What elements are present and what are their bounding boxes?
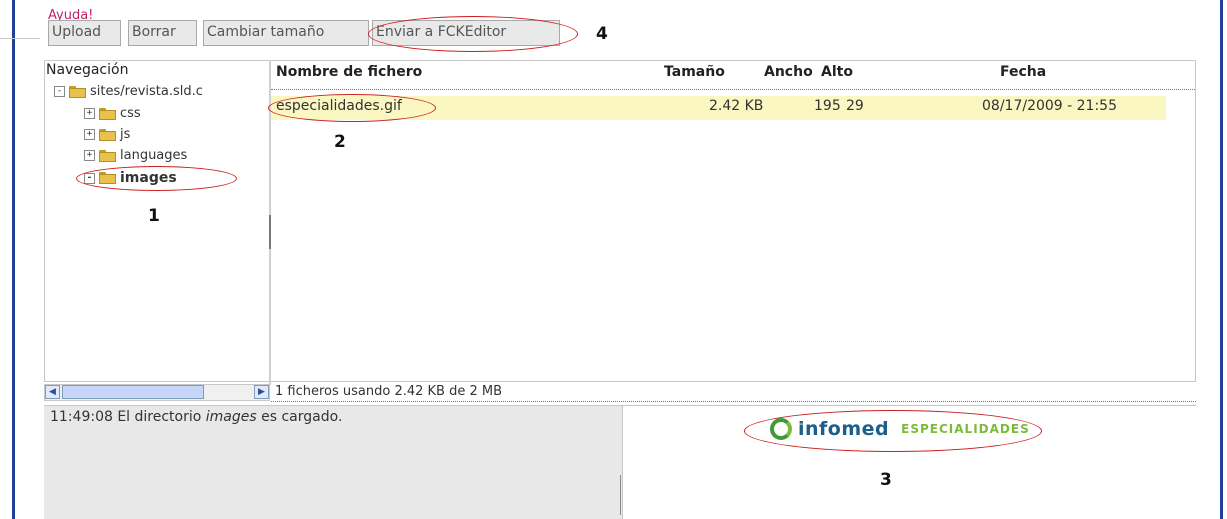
log-suffix: es cargado. bbox=[256, 409, 343, 425]
tree-item-languages[interactable]: + languages bbox=[84, 148, 187, 163]
tree-root-label: sites/revista.sld.c bbox=[90, 84, 203, 99]
scrollbar-thumb[interactable] bbox=[62, 385, 204, 399]
upload-button[interactable]: Upload bbox=[48, 20, 121, 46]
annotation-3: 3 bbox=[880, 470, 892, 490]
column-header-width[interactable]: Ancho bbox=[764, 64, 813, 80]
navigation-title: Navegación bbox=[46, 62, 129, 78]
annotation-circle-1 bbox=[76, 166, 237, 191]
header-divider bbox=[271, 89, 1195, 90]
expand-icon[interactable]: + bbox=[84, 129, 95, 140]
tree-item-css[interactable]: + css bbox=[84, 106, 141, 121]
file-date: 08/17/2009 - 21:55 bbox=[982, 98, 1117, 114]
expand-icon[interactable]: + bbox=[84, 108, 95, 119]
tree-item-label: js bbox=[120, 127, 131, 142]
annotation-4: 4 bbox=[596, 24, 608, 44]
log-divider bbox=[620, 475, 621, 515]
delete-button[interactable]: Borrar bbox=[128, 20, 197, 46]
tree-item-js[interactable]: + js bbox=[84, 127, 130, 142]
file-height: 29 bbox=[846, 98, 864, 114]
folder-icon bbox=[99, 149, 116, 162]
expand-icon[interactable]: + bbox=[84, 150, 95, 161]
folder-icon bbox=[99, 128, 116, 141]
tree-item-label: languages bbox=[120, 148, 188, 163]
column-header-date[interactable]: Fecha bbox=[1000, 64, 1046, 80]
folder-icon bbox=[99, 107, 116, 120]
tree-item-label: css bbox=[120, 106, 141, 121]
left-border-line bbox=[12, 0, 15, 519]
status-text: 1 ficheros usando 2.42 KB de 2 MB bbox=[275, 384, 503, 399]
scroll-right-icon[interactable]: ▶ bbox=[254, 385, 269, 399]
column-header-size[interactable]: Tamaño bbox=[664, 64, 725, 80]
tree-root[interactable]: - sites/revista.sld.c bbox=[54, 84, 203, 99]
log-prefix: 11:49:08 El directorio bbox=[50, 409, 206, 425]
column-header-name[interactable]: Nombre de fichero bbox=[276, 64, 422, 80]
annotation-1: 1 bbox=[148, 206, 160, 226]
file-width: 195 bbox=[814, 98, 841, 114]
resize-button[interactable]: Cambiar tamaño bbox=[203, 20, 369, 46]
file-size: 2.42 KB bbox=[709, 98, 764, 114]
log-folder: images bbox=[205, 409, 257, 425]
scroll-left-icon[interactable]: ◀ bbox=[45, 385, 60, 399]
folder-icon bbox=[69, 85, 86, 98]
log-message: 11:49:08 El directorio images es cargado… bbox=[50, 409, 342, 425]
annotation-circle-3 bbox=[744, 410, 1042, 452]
page-rule bbox=[0, 38, 40, 39]
annotation-circle-2 bbox=[268, 94, 436, 122]
annotation-2: 2 bbox=[334, 132, 346, 152]
right-border-line bbox=[1220, 0, 1223, 519]
column-header-height[interactable]: Alto bbox=[821, 64, 853, 80]
collapse-icon[interactable]: - bbox=[54, 86, 65, 97]
annotation-circle-4 bbox=[368, 16, 578, 52]
